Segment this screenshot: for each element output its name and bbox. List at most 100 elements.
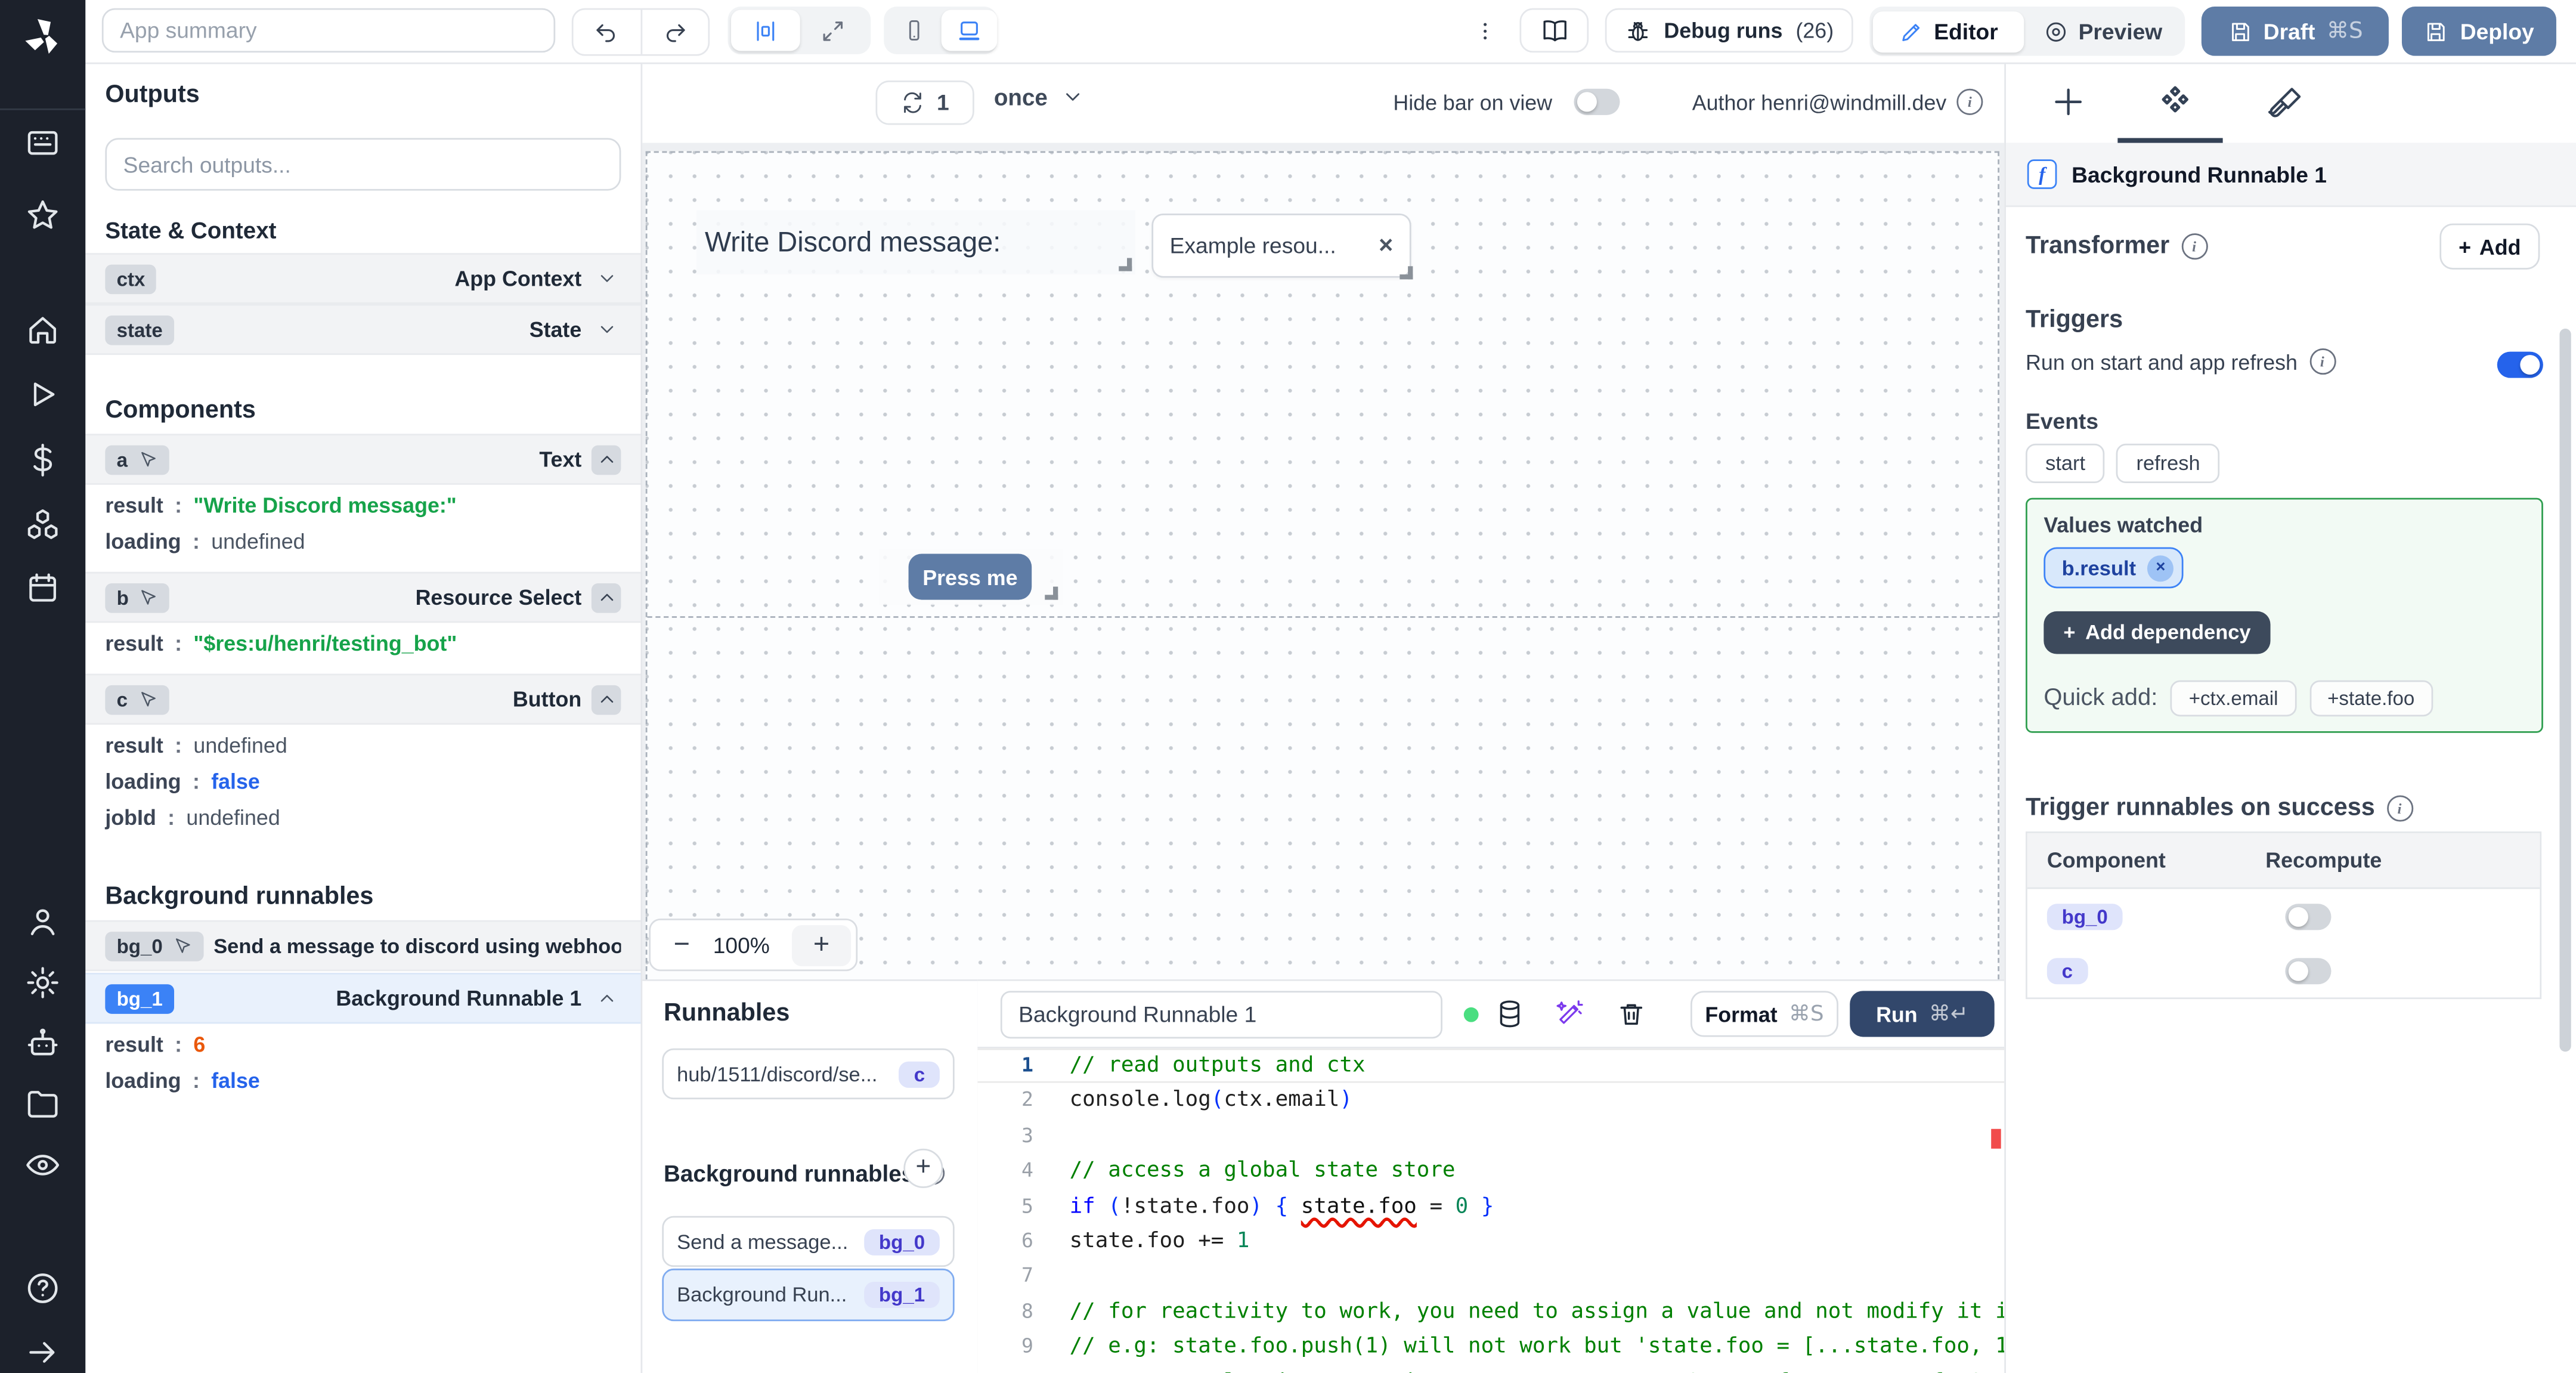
press-me-button[interactable]: Press me xyxy=(908,553,1032,600)
app-canvas[interactable]: Write Discord message: Example resou... … xyxy=(640,143,2005,980)
deploy-button[interactable]: Deploy xyxy=(2401,7,2556,56)
schedule-dropdown[interactable]: once xyxy=(994,84,1084,110)
expand-icon[interactable] xyxy=(799,10,867,51)
app-summary-input[interactable] xyxy=(101,8,556,53)
resize-handle[interactable] xyxy=(1045,586,1058,600)
chevron-up-icon[interactable] xyxy=(591,444,621,474)
info-icon[interactable]: i xyxy=(2386,794,2413,821)
code-line[interactable]: 6 state.foo += 1 xyxy=(977,1224,2004,1259)
component-settings-tab-icon[interactable] xyxy=(2157,84,2193,120)
chevron-up-icon[interactable] xyxy=(591,582,621,613)
output-row-state[interactable]: state State xyxy=(85,304,641,355)
delete-trash-icon[interactable] xyxy=(1617,999,1646,1029)
undo-button[interactable] xyxy=(574,10,640,54)
hide-bar-toggle[interactable] xyxy=(1574,88,1620,115)
resize-handle[interactable] xyxy=(1119,258,1132,271)
event-refresh-chip[interactable]: refresh xyxy=(2116,443,2220,483)
run-on-start-toggle[interactable] xyxy=(2497,351,2543,378)
remove-dependency-icon[interactable]: × xyxy=(2147,554,2174,581)
watched-value-chip[interactable]: b.result × xyxy=(2044,547,2184,589)
debug-runs-button[interactable]: Debug runs (26) xyxy=(1605,8,1853,53)
code-line[interactable]: 10// you may also just reassign as next … xyxy=(977,1365,2004,1372)
code-line[interactable]: 1 // read outputs and ctx xyxy=(977,1049,2004,1084)
canvas-artboard[interactable]: Write Discord message: Example resou... … xyxy=(645,151,1999,980)
user-icon[interactable] xyxy=(24,904,61,940)
redo-button[interactable] xyxy=(642,10,708,54)
desktop-view-button[interactable] xyxy=(941,10,998,51)
format-button[interactable]: Format ⌘S xyxy=(1690,991,1838,1037)
chevron-up-icon[interactable] xyxy=(592,984,621,1013)
chevron-up-icon[interactable] xyxy=(591,684,621,715)
settings-gear-icon[interactable] xyxy=(24,964,61,1001)
chevron-down-icon[interactable] xyxy=(592,264,621,293)
bg1-row-selected[interactable]: bg_1 Background Runnable 1 xyxy=(85,973,641,1024)
code-line[interactable]: 9 // e.g: state.foo.push(1) will not work… xyxy=(977,1329,2004,1365)
event-start-chip[interactable]: start xyxy=(2026,443,2106,483)
scrollbar-thumb[interactable] xyxy=(2559,329,2571,1052)
line-number: 6 xyxy=(1021,1229,1033,1253)
search-outputs-input[interactable] xyxy=(105,138,621,191)
rail-divider xyxy=(0,108,86,110)
runs-play-icon[interactable] xyxy=(24,376,61,413)
tab-preview[interactable]: Preview xyxy=(2024,11,2182,52)
schedules-calendar-icon[interactable] xyxy=(24,570,61,607)
ai-wand-icon[interactable] xyxy=(1556,999,1586,1029)
audit-eye-icon[interactable] xyxy=(24,1147,61,1183)
collapse-arrow-icon[interactable] xyxy=(24,1334,61,1371)
home-icon[interactable] xyxy=(24,312,61,348)
zoom-out-button[interactable]: − xyxy=(651,929,713,961)
add-dependency-button[interactable]: + Add dependency xyxy=(2044,611,2271,654)
workers-bot-icon[interactable] xyxy=(24,1025,61,1062)
zoom-in-button[interactable]: + xyxy=(791,924,852,966)
runnable-item-bg1-selected[interactable]: Background Run... bg_1 xyxy=(662,1268,955,1322)
help-icon[interactable] xyxy=(24,1270,61,1307)
code-line[interactable]: 5 if (!state.foo) { state.foo = 0 } xyxy=(977,1189,2004,1224)
quick-add-state-foo-chip[interactable]: +state.foo xyxy=(2309,680,2433,717)
component-row-c[interactable]: c Button xyxy=(85,673,641,725)
clear-selection-icon[interactable]: × xyxy=(1379,231,1393,259)
draft-button[interactable]: Draft ⌘S xyxy=(2201,7,2389,56)
chevron-down-icon[interactable] xyxy=(592,315,621,345)
add-background-runnable-button[interactable]: + xyxy=(903,1148,943,1188)
button-component-zone[interactable]: Press me xyxy=(878,549,1063,605)
bg0-row[interactable]: bg_0 Send a message to discord using web… xyxy=(85,920,641,972)
resource-select-component[interactable]: Example resou... × xyxy=(1151,214,1413,280)
runnable-name-input[interactable] xyxy=(1000,991,1442,1039)
mobile-view-button[interactable] xyxy=(887,10,942,51)
insert-plus-tab-icon[interactable] xyxy=(2050,84,2086,120)
code-line[interactable]: 7 xyxy=(977,1259,2004,1294)
text-component[interactable]: Write Discord message: xyxy=(696,210,1135,275)
component-row-b[interactable]: b Resource Select xyxy=(85,571,641,623)
add-transformer-button[interactable]: + Add xyxy=(2439,223,2540,270)
styling-brush-tab-icon[interactable] xyxy=(2265,84,2302,120)
info-icon[interactable]: i xyxy=(2181,232,2207,259)
cache-database-icon[interactable] xyxy=(1495,999,1525,1029)
favorites-star-icon[interactable] xyxy=(24,197,61,234)
more-menu-kebab-icon[interactable] xyxy=(1473,13,1497,50)
billing-dollar-icon[interactable] xyxy=(24,442,61,478)
center-align-button[interactable] xyxy=(731,10,800,51)
code-line[interactable]: 3 xyxy=(977,1119,2004,1154)
code-line[interactable]: 2 console.log(ctx.email) xyxy=(977,1084,2004,1119)
recompute-toggle-c[interactable] xyxy=(2285,957,2332,984)
quick-add-ctx-email-chip[interactable]: +ctx.email xyxy=(2171,680,2296,717)
windmill-logo-icon[interactable] xyxy=(21,15,64,58)
runnable-item-bg0[interactable]: Send a message... bg_0 xyxy=(662,1216,955,1267)
folders-icon[interactable] xyxy=(24,1086,61,1122)
code-line[interactable]: 8 // for reactivity to work, you need to … xyxy=(977,1294,2004,1329)
apps-icon[interactable] xyxy=(24,125,61,161)
resources-boxes-icon[interactable] xyxy=(24,506,61,543)
output-row-ctx[interactable]: ctx App Context xyxy=(85,253,641,304)
docs-book-button[interactable] xyxy=(1519,8,1589,53)
code-line[interactable]: 4 // access a global state store xyxy=(977,1154,2004,1189)
author-info-icon[interactable]: i xyxy=(1956,88,1983,115)
tab-editor[interactable]: Editor xyxy=(1872,10,2025,52)
recompute-toggle-bg0[interactable] xyxy=(2285,902,2332,930)
info-icon[interactable]: i xyxy=(2309,348,2336,375)
code-lines[interactable]: 1 // read outputs and ctx 2 console.log(ctx… xyxy=(977,1049,2004,1373)
runnable-item-hub[interactable]: hub/1511/discord/se... c xyxy=(662,1048,955,1100)
resize-handle[interactable] xyxy=(1400,266,1413,280)
refresh-count-button[interactable]: 1 xyxy=(875,80,974,125)
component-row-a[interactable]: a Text xyxy=(85,434,641,485)
run-button[interactable]: Run ⌘↵ xyxy=(1850,991,1995,1037)
